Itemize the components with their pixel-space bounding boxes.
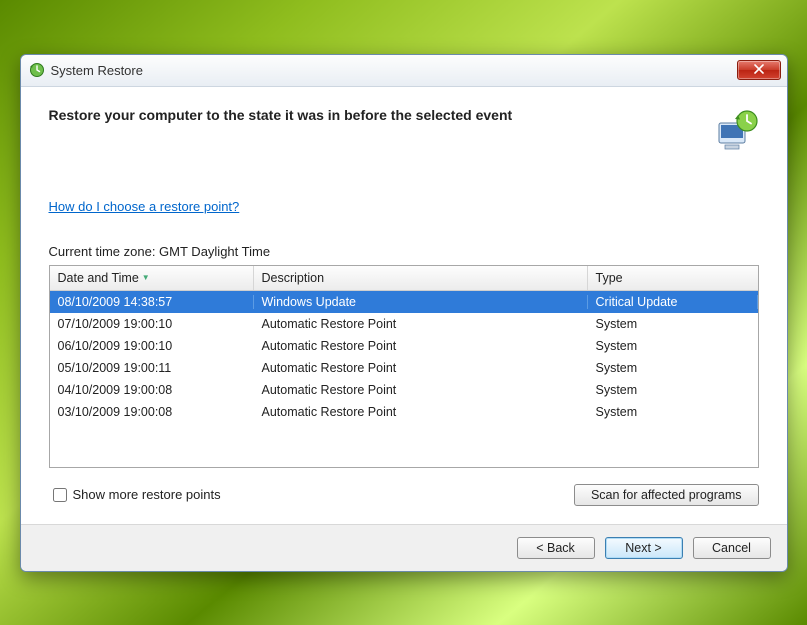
sort-indicator-icon: ▼ <box>142 273 150 282</box>
col-header-description[interactable]: Description <box>254 266 588 290</box>
col-header-label: Date and Time <box>58 271 139 285</box>
table-row[interactable]: 08/10/2009 14:38:57Windows UpdateCritica… <box>50 291 758 313</box>
table-body: 08/10/2009 14:38:57Windows UpdateCritica… <box>50 291 758 467</box>
timezone-label: Current time zone: GMT Daylight Time <box>49 244 759 259</box>
table-row[interactable]: 07/10/2009 19:00:10Automatic Restore Poi… <box>50 313 758 335</box>
table-cell: 06/10/2009 19:00:10 <box>50 339 254 353</box>
table-cell: System <box>588 339 758 353</box>
table-cell: System <box>588 361 758 375</box>
table-cell: System <box>588 405 758 419</box>
table-cell: Critical Update <box>588 295 758 309</box>
help-link[interactable]: How do I choose a restore point? <box>49 199 240 214</box>
table-cell: Automatic Restore Point <box>254 339 588 353</box>
table-cell: 07/10/2009 19:00:10 <box>50 317 254 331</box>
table-cell: Automatic Restore Point <box>254 317 588 331</box>
next-button[interactable]: Next > <box>605 537 683 559</box>
table-cell: System <box>588 383 758 397</box>
content-area: Restore your computer to the state it wa… <box>21 87 787 506</box>
restore-points-table: Date and Time▼ Description Type 08/10/20… <box>49 265 759 468</box>
table-row[interactable]: 04/10/2009 19:00:08Automatic Restore Poi… <box>50 379 758 401</box>
table-row[interactable]: 05/10/2009 19:00:11Automatic Restore Poi… <box>50 357 758 379</box>
table-cell: 08/10/2009 14:38:57 <box>50 295 254 309</box>
table-cell: Windows Update <box>254 295 588 309</box>
close-icon <box>754 64 764 77</box>
back-button[interactable]: < Back <box>517 537 595 559</box>
window-title: System Restore <box>51 63 737 78</box>
table-cell: Automatic Restore Point <box>254 405 588 419</box>
table-header: Date and Time▼ Description Type <box>50 266 758 291</box>
show-more-checkbox[interactable]: Show more restore points <box>49 485 221 505</box>
wizard-footer: < Back Next > Cancel <box>21 524 787 571</box>
restore-icon <box>29 62 45 78</box>
scan-programs-button[interactable]: Scan for affected programs <box>574 484 759 506</box>
show-more-checkbox-input[interactable] <box>53 488 67 502</box>
titlebar[interactable]: System Restore <box>21 55 787 87</box>
table-cell: 05/10/2009 19:00:11 <box>50 361 254 375</box>
table-cell: 03/10/2009 19:00:08 <box>50 405 254 419</box>
table-row <box>50 423 758 445</box>
table-row[interactable]: 06/10/2009 19:00:10Automatic Restore Poi… <box>50 335 758 357</box>
table-cell: Automatic Restore Point <box>254 361 588 375</box>
table-row[interactable]: 03/10/2009 19:00:08Automatic Restore Poi… <box>50 401 758 423</box>
close-button[interactable] <box>737 60 781 80</box>
col-header-datetime[interactable]: Date and Time▼ <box>50 266 254 290</box>
col-header-type[interactable]: Type <box>588 266 758 290</box>
table-cell: System <box>588 317 758 331</box>
system-restore-window: System Restore Restore your computer to … <box>20 54 788 572</box>
page-heading: Restore your computer to the state it wa… <box>49 107 513 123</box>
restore-large-icon <box>711 107 759 155</box>
table-row <box>50 445 758 467</box>
show-more-label: Show more restore points <box>73 487 221 502</box>
cancel-button[interactable]: Cancel <box>693 537 771 559</box>
table-cell: Automatic Restore Point <box>254 383 588 397</box>
table-cell: 04/10/2009 19:00:08 <box>50 383 254 397</box>
